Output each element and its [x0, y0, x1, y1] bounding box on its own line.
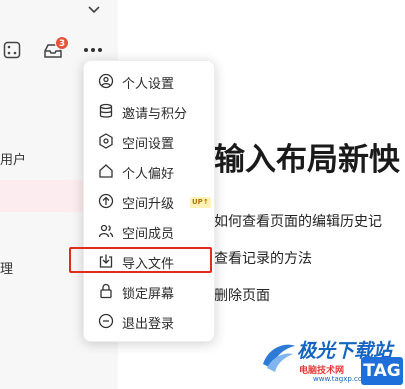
more-options-menu: 个人设置 邀请与积分 空间设置 个人偏好 空间升级 UP↑ 空间成员 导入文件 …	[83, 60, 215, 342]
home-icon	[99, 164, 113, 178]
list-item[interactable]: 查看记录的方法	[214, 248, 312, 268]
menu-item-space-upgrade[interactable]: 空间升级 UP↑	[84, 189, 216, 214]
more-options-icon[interactable]	[84, 48, 104, 54]
user-circle-icon	[98, 73, 114, 89]
chevron-down-icon[interactable]	[86, 3, 102, 17]
lock-icon	[100, 283, 112, 299]
menu-item-label: 邀请与积分	[122, 107, 188, 122]
menu-item-preferences[interactable]: 个人偏好	[84, 159, 216, 184]
sidebar-item-users[interactable]: 用户	[0, 149, 26, 168]
menu-item-label: 空间升级	[122, 197, 175, 212]
menu-item-label: 退出登录	[122, 317, 175, 332]
sidebar-item-manage[interactable]: 理	[0, 258, 13, 277]
menu-item-lock-screen[interactable]: 锁定屏幕	[84, 279, 216, 304]
upgrade-badge: UP↑	[190, 197, 211, 208]
notification-badge: 3	[55, 36, 69, 50]
members-icon	[98, 224, 114, 238]
aurora-logo-icon	[263, 344, 295, 372]
menu-item-label: 空间设置	[122, 137, 175, 152]
list-item[interactable]: 删除页面	[214, 285, 270, 305]
menu-item-logout[interactable]: 退出登录	[84, 309, 216, 334]
hexagon-settings-icon	[99, 133, 113, 149]
watermark: 极光下载站 电脑技术网 www.tagxp.com TAG	[255, 330, 405, 389]
dice-icon[interactable]	[3, 41, 21, 59]
menu-item-personal-settings[interactable]: 个人设置	[84, 69, 216, 94]
menu-item-space-members[interactable]: 空间成员	[84, 219, 216, 244]
menu-item-label: 个人偏好	[122, 167, 175, 182]
menu-item-space-settings[interactable]: 空间设置	[84, 129, 216, 154]
menu-item-invite-points[interactable]: 邀请与积分	[84, 99, 216, 124]
menu-item-label: 锁定屏幕	[122, 287, 175, 302]
upgrade-arrow-icon	[98, 193, 114, 209]
list-item[interactable]: 如何查看页面的编辑历史记	[214, 211, 382, 231]
database-icon	[99, 103, 113, 118]
logout-icon	[98, 313, 114, 329]
watermark-tag: TAG	[361, 357, 403, 385]
menu-item-label: 个人设置	[122, 77, 175, 92]
highlight-annotation	[69, 247, 212, 273]
menu-item-label: 空间成员	[122, 227, 175, 242]
page-title: 输入布局新怏	[214, 142, 400, 178]
